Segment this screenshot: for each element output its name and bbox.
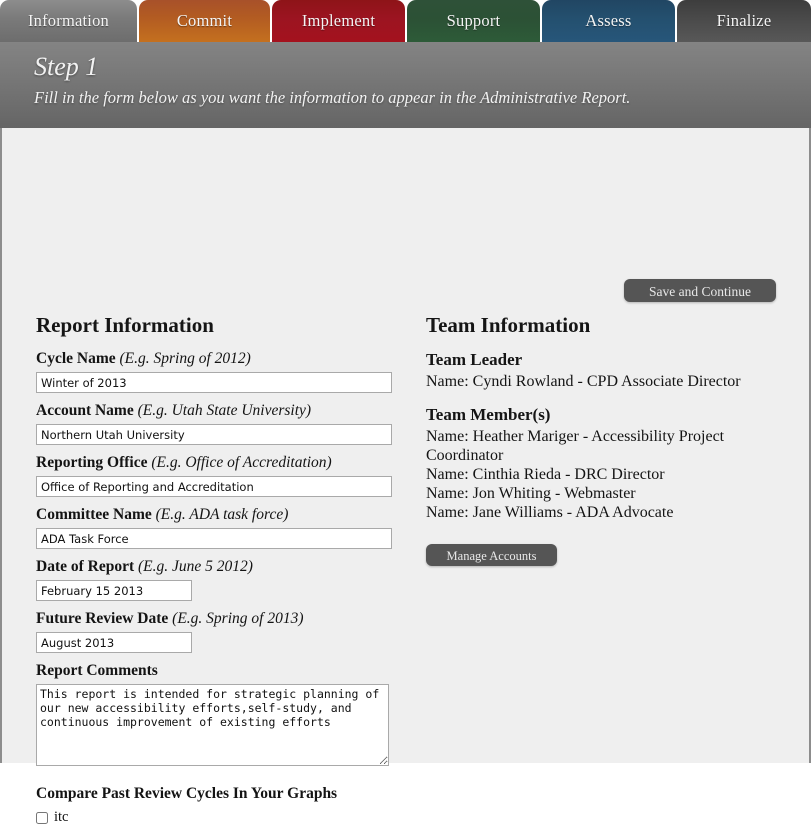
date-of-report-hint: (E.g. June 5 2012): [138, 558, 253, 575]
account-name-input[interactable]: [36, 424, 392, 445]
future-review-date-label: Future Review Date (E.g. Spring of 2013): [36, 610, 396, 628]
cycle-name-input[interactable]: [36, 372, 392, 393]
field-date-of-report: Date of Report (E.g. June 5 2012): [36, 558, 396, 601]
wizard-tabs: Information Commit Implement Support Ass…: [0, 0, 811, 42]
report-information-panel: Report Information Cycle Name (E.g. Spri…: [36, 313, 396, 835]
report-comments-label: Report Comments: [36, 662, 396, 680]
team-information-title: Team Information: [426, 313, 591, 337]
page-subtitle: Fill in the form below as you want the i…: [34, 88, 631, 107]
date-of-report-label: Date of Report (E.g. June 5 2012): [36, 558, 396, 576]
tab-support[interactable]: Support: [406, 0, 540, 42]
committee-name-input[interactable]: [36, 528, 392, 549]
field-account-name: Account Name (E.g. Utah State University…: [36, 402, 396, 445]
account-name-label: Account Name (E.g. Utah State University…: [36, 402, 396, 420]
field-cycle-name: Cycle Name (E.g. Spring of 2012): [36, 350, 396, 393]
future-review-date-input[interactable]: [36, 632, 192, 653]
reporting-office-input[interactable]: [36, 476, 392, 497]
compare-cycles-checkbox-itc-label: itc: [54, 809, 69, 825]
team-leader-block: Team Leader Name: Cyndi Rowland - CPD As…: [426, 350, 796, 391]
compare-cycles-option-itc[interactable]: itc: [36, 809, 396, 826]
reporting-office-label: Reporting Office (E.g. Office of Accredi…: [36, 454, 396, 472]
team-members-list: Name: Heather Mariger - Accessibility Pr…: [426, 427, 796, 522]
tab-finalize[interactable]: Finalize: [676, 0, 811, 42]
field-reporting-office: Reporting Office (E.g. Office of Accredi…: [36, 454, 396, 497]
report-comments-textarea[interactable]: [36, 684, 389, 766]
list-item: Name: Cinthia Rieda - DRC Director: [426, 466, 665, 483]
date-of-report-input[interactable]: [36, 580, 192, 601]
compare-cycles-label-text: Compare Past Review Cycles In Your Graph…: [36, 785, 338, 802]
committee-name-label-text: Committee Name: [36, 506, 152, 523]
committee-name-hint: (E.g. ADA task force): [155, 506, 289, 523]
list-item: Name: Jane Williams - ADA Advocate: [426, 504, 674, 521]
team-leader-heading: Team Leader: [426, 350, 523, 369]
page-title: Step 1: [34, 52, 99, 81]
field-committee-name: Committee Name (E.g. ADA task force): [36, 506, 396, 549]
field-report-comments: Report Comments: [36, 662, 396, 771]
team-members-block: Team Member(s) Name: Heather Mariger - A…: [426, 405, 796, 522]
tab-commit[interactable]: Commit: [138, 0, 270, 42]
list-item: Name: Jon Whiting - Webmaster: [426, 485, 636, 502]
compare-cycles-label: Compare Past Review Cycles In Your Graph…: [36, 785, 396, 803]
tab-implement-label: Implement: [301, 11, 376, 30]
form-content-area: Save and Continue Report Information Cyc…: [0, 128, 811, 825]
team-information-panel: Team Information Team Leader Name: Cyndi…: [426, 313, 796, 536]
team-members-heading: Team Member(s): [426, 405, 551, 424]
tab-commit-label: Commit: [176, 11, 233, 30]
tab-assess[interactable]: Assess: [541, 0, 675, 42]
cycle-name-hint: (E.g. Spring of 2012): [119, 350, 251, 367]
field-compare-cycles: Compare Past Review Cycles In Your Graph…: [36, 785, 396, 826]
tab-assess-label: Assess: [585, 11, 632, 30]
reporting-office-label-text: Reporting Office: [36, 454, 148, 471]
manage-accounts-button[interactable]: Manage Accounts: [426, 544, 557, 566]
save-and-continue-button[interactable]: Save and Continue: [624, 279, 776, 302]
list-item: Name: Heather Mariger - Accessibility Pr…: [426, 428, 725, 464]
step-header-band: Step 1 Fill in the form below as you wan…: [0, 32, 811, 128]
compare-cycles-checkbox-itc[interactable]: [36, 811, 48, 824]
cycle-name-label: Cycle Name (E.g. Spring of 2012): [36, 350, 396, 368]
account-name-hint: (E.g. Utah State University): [137, 402, 312, 419]
future-review-date-label-text: Future Review Date: [36, 610, 169, 627]
team-leader-name: Name: Cyndi Rowland - CPD Associate Dire…: [426, 373, 741, 390]
account-name-label-text: Account Name: [36, 402, 134, 419]
tab-support-label: Support: [446, 11, 501, 30]
reporting-office-hint: (E.g. Office of Accreditation): [151, 454, 332, 471]
field-future-review-date: Future Review Date (E.g. Spring of 2013): [36, 610, 396, 653]
future-review-date-hint: (E.g. Spring of 2013): [172, 610, 304, 627]
committee-name-label: Committee Name (E.g. ADA task force): [36, 506, 396, 524]
cycle-name-label-text: Cycle Name: [36, 350, 116, 367]
report-comments-label-text: Report Comments: [36, 662, 158, 679]
tab-implement[interactable]: Implement: [271, 0, 405, 42]
tab-finalize-label: Finalize: [716, 11, 772, 30]
report-information-title: Report Information: [36, 313, 214, 337]
date-of-report-label-text: Date of Report: [36, 558, 135, 575]
tab-information-label: Information: [27, 11, 109, 30]
tab-information[interactable]: Information: [0, 0, 137, 42]
